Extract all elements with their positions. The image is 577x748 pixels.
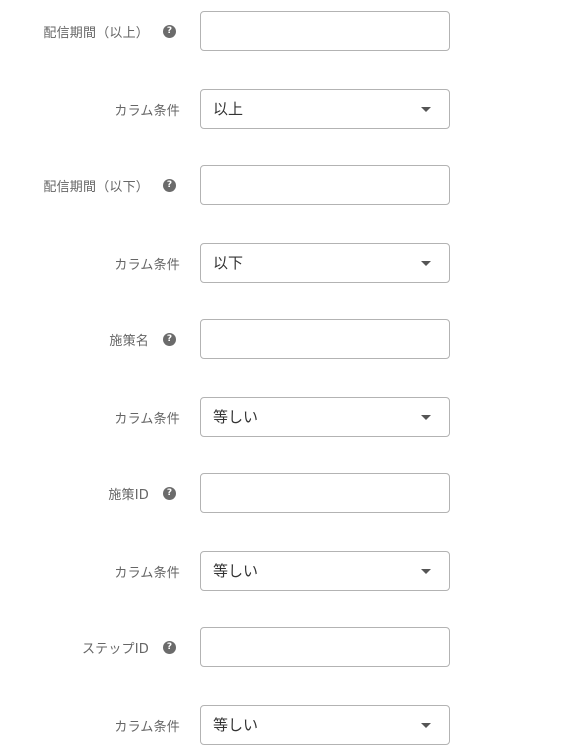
field-label-group: ステップID ?	[82, 627, 180, 667]
column-condition-select[interactable]: 以下	[200, 243, 450, 283]
field-label-group: カラム条件	[114, 89, 180, 129]
column-condition-select[interactable]: 等しい	[200, 551, 450, 591]
form-row-column-condition: カラム条件 等しい	[0, 397, 577, 437]
form-row-campaign-name: 施策名 ?	[0, 319, 577, 359]
field-label: カラム条件	[114, 411, 180, 427]
column-condition-select[interactable]: 等しい	[200, 397, 450, 437]
question-circle-icon[interactable]: ?	[163, 332, 176, 346]
filter-form: 配信期間（以上） ? カラム条件 以上 配信期間（以下） ? カラム条件 以下 …	[0, 0, 577, 748]
form-row-column-condition: カラム条件 以下	[0, 243, 577, 283]
field-label: カラム条件	[114, 565, 180, 581]
field-label-group: カラム条件	[114, 243, 180, 283]
form-row-campaign-id: 施策ID ?	[0, 473, 577, 513]
caret-down-icon	[421, 261, 431, 266]
caret-down-icon	[421, 415, 431, 420]
select-value: 等しい	[213, 716, 259, 734]
field-label: カラム条件	[114, 257, 180, 273]
select-value: 等しい	[213, 562, 259, 580]
field-label: 施策名	[109, 333, 149, 349]
step-id-input[interactable]	[201, 628, 449, 666]
field-label-group: 配信期間（以上） ?	[43, 11, 180, 51]
form-row-delivery-period-to: 配信期間（以下） ?	[0, 165, 577, 205]
field-label: 配信期間（以下）	[43, 179, 149, 195]
column-condition-select[interactable]: 以上	[200, 89, 450, 129]
caret-down-icon	[421, 107, 431, 112]
field-label-group: 施策ID ?	[108, 473, 180, 513]
field-label-group: カラム条件	[114, 705, 180, 745]
form-row-step-id: ステップID ?	[0, 627, 577, 667]
field-label: カラム条件	[114, 719, 180, 735]
select-value: 以上	[213, 100, 244, 118]
select-value: 以下	[213, 254, 244, 272]
campaign-name-input-box	[200, 319, 450, 359]
field-label: ステップID	[81, 641, 149, 657]
question-circle-icon[interactable]: ?	[163, 486, 176, 500]
field-label-group: 配信期間（以下） ?	[43, 165, 180, 205]
form-row-delivery-period-from: 配信期間（以上） ?	[0, 11, 577, 51]
form-row-column-condition: カラム条件 等しい	[0, 705, 577, 745]
form-row-column-condition: カラム条件 以上	[0, 89, 577, 129]
field-label: 配信期間（以上）	[43, 25, 149, 41]
question-circle-icon[interactable]: ?	[163, 24, 176, 38]
field-label-group: カラム条件	[114, 397, 180, 437]
caret-down-icon	[421, 723, 431, 728]
question-circle-icon[interactable]: ?	[163, 178, 176, 192]
campaign-id-input-box	[200, 473, 450, 513]
caret-down-icon	[421, 569, 431, 574]
select-value: 等しい	[213, 408, 259, 426]
campaign-id-input[interactable]	[201, 474, 449, 512]
column-condition-select[interactable]: 等しい	[200, 705, 450, 745]
delivery-period-to-input[interactable]	[201, 166, 449, 204]
delivery-period-from-input-box	[200, 11, 450, 51]
field-label: 施策ID	[108, 487, 149, 503]
form-row-column-condition: カラム条件 等しい	[0, 551, 577, 591]
step-id-input-box	[200, 627, 450, 667]
field-label: カラム条件	[114, 103, 180, 119]
delivery-period-to-input-box	[200, 165, 450, 205]
field-label-group: カラム条件	[114, 551, 180, 591]
delivery-period-from-input[interactable]	[201, 12, 449, 50]
field-label-group: 施策名 ?	[109, 319, 180, 359]
campaign-name-input[interactable]	[201, 320, 449, 358]
question-circle-icon[interactable]: ?	[163, 640, 176, 654]
